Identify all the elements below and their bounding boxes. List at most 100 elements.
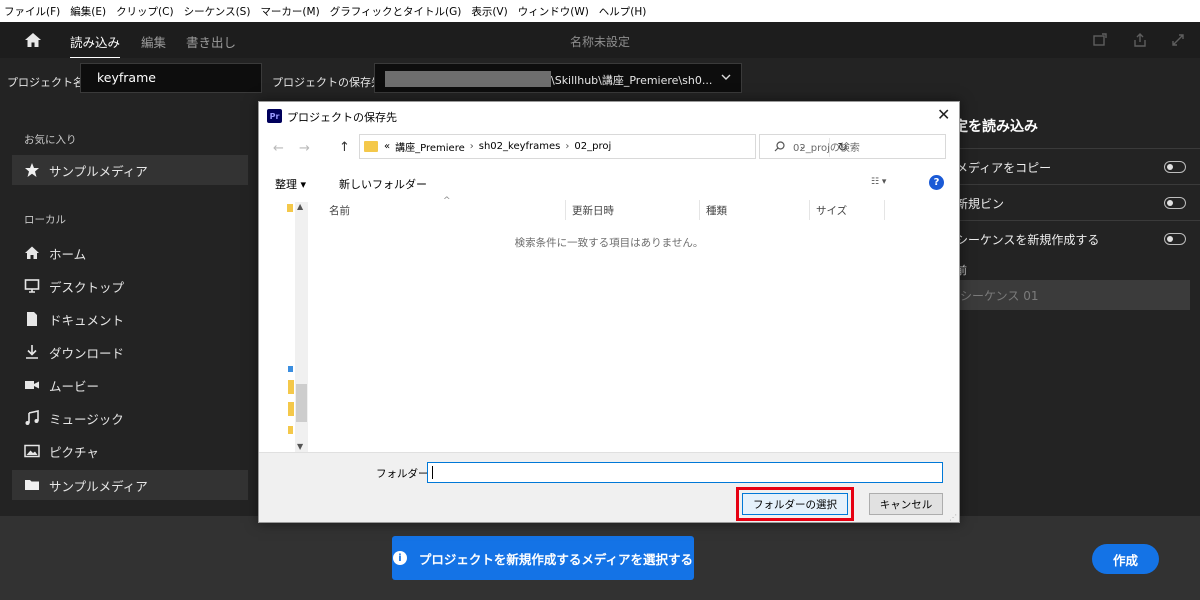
column-modified[interactable]: 更新日時 — [572, 203, 614, 218]
sidebar-item-music[interactable]: ミュージック — [12, 403, 248, 433]
column-divider[interactable] — [884, 200, 885, 220]
local-heading: ローカル — [24, 214, 66, 226]
sidebar-item-label: サンプルメディア — [49, 478, 148, 494]
empty-results-message: 検索条件に一致する項目はありません。 — [514, 237, 704, 249]
copy-media-row: メディアをコピー — [940, 148, 1200, 184]
scroll-down-icon[interactable]: ▼ — [297, 442, 303, 451]
sidebar-item-label: サンプルメディア — [49, 163, 148, 179]
new-bin-row: 新規ビン — [940, 184, 1200, 220]
select-media-label: プロジェクトを新規作成するメディアを選択する — [418, 551, 694, 567]
breadcrumb-item[interactable]: sh02_keyframes — [479, 141, 561, 152]
back-arrow-icon[interactable]: ← — [273, 141, 284, 156]
menu-window[interactable]: ウィンドウ(W) — [518, 4, 589, 19]
sequence-name-input[interactable]: シーケンス 01 — [950, 280, 1190, 310]
menu-view[interactable]: 表示(V) — [471, 4, 507, 19]
panel-title: 定を読み込み — [954, 119, 1038, 135]
sidebar-item-sample-media[interactable]: サンプルメディア — [12, 470, 248, 500]
fullscreen-icon[interactable] — [1170, 32, 1186, 48]
folder-icon — [25, 480, 39, 490]
column-divider[interactable] — [699, 200, 700, 220]
menu-help[interactable]: ヘルプ(H) — [599, 4, 647, 19]
app-header: 読み込み 編集 書き出し 名称未設定 — [0, 22, 1200, 59]
sidebar-item-movies[interactable]: ムービー — [12, 370, 248, 400]
folder-picker-dialog: Pr プロジェクトの保存先 ✕ ← → ↑ « 講座_Premiere › sh… — [258, 101, 960, 523]
column-divider[interactable] — [809, 200, 810, 220]
document-icon — [27, 312, 37, 326]
create-button[interactable]: 作成 — [1092, 544, 1159, 574]
sidebar-item-desktop[interactable]: デスクトップ — [12, 271, 248, 301]
column-name[interactable]: 名前 — [329, 203, 350, 218]
menu-sequence[interactable]: シーケンス(S) — [184, 4, 251, 19]
star-icon — [25, 163, 39, 177]
column-type[interactable]: 種類 — [706, 203, 727, 218]
quick-export-icon[interactable] — [1092, 32, 1108, 48]
menubar: ファイル(F) 編集(E) クリップ(C) シーケンス(S) マーカー(M) グ… — [0, 0, 1200, 22]
new-folder-button[interactable]: 新しいフォルダー — [339, 176, 427, 192]
dialog-title: プロジェクトの保存先 — [287, 111, 397, 124]
search-input[interactable]: 02_projの検索 — [759, 134, 946, 159]
sidebar-item-label: デスクトップ — [49, 279, 125, 295]
forward-arrow-icon[interactable]: → — [299, 141, 310, 156]
help-icon[interactable]: ? — [929, 175, 944, 190]
close-icon[interactable]: ✕ — [937, 105, 950, 124]
monitor-icon — [24, 279, 40, 293]
scroll-thumb[interactable] — [296, 384, 307, 422]
sidebar-item-downloads[interactable]: ダウンロード — [12, 337, 248, 367]
menu-file[interactable]: ファイル(F) — [4, 4, 60, 19]
sidebar-item-documents[interactable]: ドキュメント — [12, 304, 248, 334]
dialog-titlebar: Pr プロジェクトの保存先 ✕ — [259, 102, 959, 130]
select-media-button[interactable]: i プロジェクトを新規作成するメディアを選択する — [392, 536, 694, 580]
column-headers: ^ 名前 更新日時 種類 サイズ — [313, 196, 959, 220]
view-options-icon[interactable]: ☷ ▾ — [871, 177, 886, 187]
share-icon[interactable] — [1132, 32, 1148, 48]
sidebar-item-home[interactable]: ホーム — [12, 238, 248, 268]
chevron-down-icon — [721, 74, 731, 80]
address-bar[interactable]: « 講座_Premiere › sh02_keyframes › 02_proj… — [359, 134, 848, 159]
music-note-icon — [25, 410, 39, 425]
sidebar-item-label: ミュージック — [49, 411, 124, 427]
search-placeholder: 02_projの検索 — [793, 143, 860, 154]
search-icon — [774, 141, 785, 152]
resize-grip-icon[interactable]: ⋰ — [949, 513, 957, 522]
new-sequence-toggle[interactable] — [1164, 233, 1186, 245]
scroll-up-icon[interactable]: ▲ — [297, 202, 303, 211]
favorites-heading: お気に入り — [24, 134, 77, 146]
sidebar-item-label: ムービー — [49, 378, 100, 394]
new-sequence-row: シーケンスを新規作成する — [940, 220, 1200, 256]
menu-graphics[interactable]: グラフィックとタイトル(G) — [330, 4, 462, 19]
sidebar-item-label: ホーム — [49, 246, 87, 262]
column-size[interactable]: サイズ — [816, 203, 847, 218]
dialog-footer: フォルダー: フォルダーの選択 キャンセル ⋰ — [259, 452, 959, 522]
menu-edit[interactable]: 編集(E) — [70, 4, 106, 19]
new-sequence-label: シーケンスを新規作成する — [956, 233, 1100, 247]
project-location-value: \Skillhub\講座_Premiere\sh0... — [551, 74, 713, 87]
menu-marker[interactable]: マーカー(M) — [260, 4, 319, 19]
menu-clip[interactable]: クリップ(C) — [116, 4, 174, 19]
copy-media-toggle[interactable] — [1164, 161, 1186, 173]
sidebar-item-label: ダウンロード — [49, 345, 125, 361]
column-divider[interactable] — [565, 200, 566, 220]
new-bin-label: 新規ビン — [956, 197, 1005, 211]
sort-caret-icon: ^ — [443, 196, 451, 206]
app-title: 名称未設定 — [569, 35, 630, 49]
folder-input[interactable] — [427, 462, 943, 483]
sidebar-item-favorite-sample-media[interactable]: サンプルメディア — [12, 155, 248, 185]
new-bin-toggle[interactable] — [1164, 197, 1186, 209]
breadcrumb-overflow[interactable]: « — [384, 141, 390, 152]
project-name-input[interactable]: keyframe — [80, 63, 262, 93]
source-sidebar: お気に入り サンプルメディア ローカル ホーム デスクトップ ドキュメント ダウ… — [0, 102, 258, 516]
sidebar-item-label: ピクチャ — [49, 444, 99, 460]
breadcrumb-item[interactable]: 02_proj — [574, 141, 611, 152]
project-location-select[interactable]: \Skillhub\講座_Premiere\sh0... — [374, 63, 742, 93]
command-bar: 整理 ▾ 新しいフォルダー ☷ ▾ ? — [259, 172, 959, 196]
breadcrumb-item[interactable]: 講座_Premiere — [395, 139, 465, 154]
folder-icon — [364, 141, 378, 152]
chevron-right-icon: › — [565, 141, 570, 152]
premiere-logo-icon: Pr — [267, 109, 282, 123]
cancel-button[interactable]: キャンセル — [869, 493, 943, 515]
select-folder-button[interactable]: フォルダーの選択 — [742, 493, 848, 515]
up-arrow-icon[interactable]: ↑ — [339, 140, 350, 155]
sidebar-item-pictures[interactable]: ピクチャ — [12, 436, 248, 466]
project-name-label: プロジェクト名 — [7, 76, 84, 89]
organize-button[interactable]: 整理 ▾ — [275, 176, 306, 192]
